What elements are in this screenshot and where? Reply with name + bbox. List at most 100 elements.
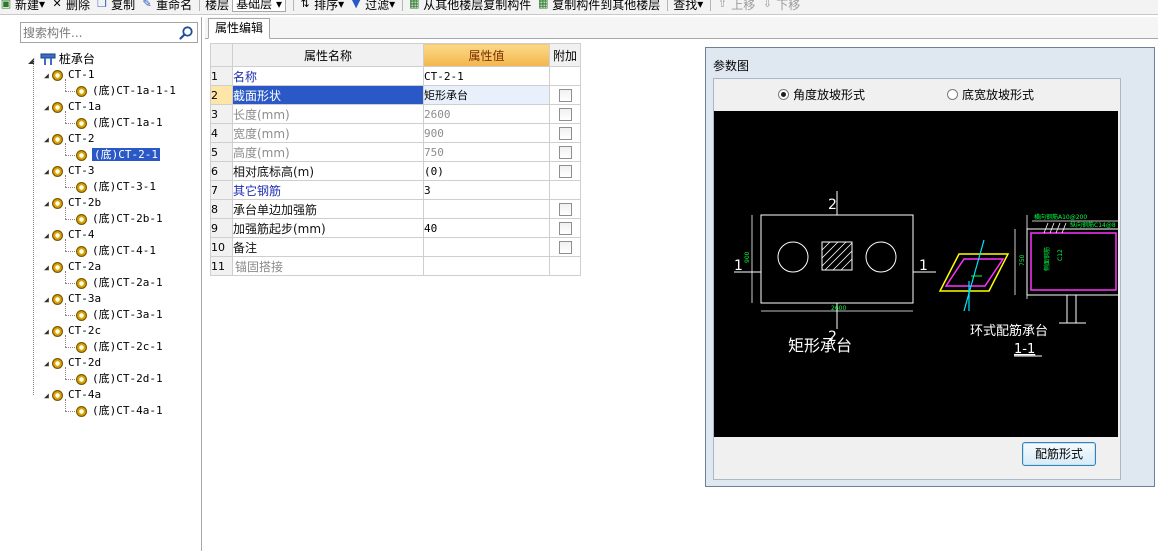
collapse-icon[interactable]: ◢ (44, 196, 52, 212)
extra-checkbox[interactable] (558, 165, 572, 178)
copy-to-floor-button[interactable]: ▦ 复制构件到其他楼层 (537, 0, 660, 13)
tree-child-item[interactable]: (底)CT-2c-1 (76, 339, 163, 355)
property-value-cell[interactable]: 40 (423, 218, 550, 238)
property-value-cell[interactable]: 750 (423, 142, 550, 162)
extra-cell[interactable] (549, 123, 581, 143)
extra-checkbox[interactable] (558, 127, 572, 140)
delete-button[interactable]: ✕ 删除 (51, 0, 90, 13)
property-row[interactable]: 7 其它钢筋 3 (210, 180, 581, 200)
property-name-cell[interactable]: 其它钢筋 (232, 180, 424, 200)
property-name-cell[interactable]: +锚固搭接 (232, 256, 424, 276)
collapse-icon[interactable]: ◢ (28, 53, 36, 69)
collapse-icon[interactable]: ◢ (44, 100, 52, 116)
property-name-cell[interactable]: 长度(mm) (232, 104, 424, 124)
rename-button[interactable]: ✎ 重命名 (141, 0, 192, 13)
property-value-cell[interactable] (423, 199, 550, 219)
extra-checkbox[interactable] (558, 203, 572, 216)
property-name-cell[interactable]: 高度(mm) (232, 142, 424, 162)
find-button[interactable]: 查找 ▾ (673, 0, 703, 13)
collapse-icon[interactable]: ◢ (44, 132, 52, 148)
grid-header-value[interactable]: 属性值 (423, 43, 550, 67)
tree-child-item[interactable]: (底)CT-2a-1 (76, 275, 163, 291)
tree-child-item[interactable]: (底)CT-4a-1 (76, 403, 163, 419)
property-row[interactable]: 2 截面形状 矩形承台 (210, 85, 581, 105)
tree-group-item[interactable]: ◢ CT-2b (44, 195, 101, 211)
property-row[interactable]: 5 高度(mm) 750 (210, 142, 581, 162)
tree-group-item[interactable]: ◢ CT-1a (44, 99, 101, 115)
extra-cell[interactable] (549, 237, 581, 257)
rebar-form-button[interactable]: 配筋形式 (1022, 442, 1096, 466)
floor-select[interactable]: 基础层 ▾ (232, 0, 287, 12)
collapse-icon[interactable]: ◢ (44, 292, 52, 308)
property-row[interactable]: 8 承台单边加强筋 (210, 199, 581, 219)
extra-checkbox[interactable] (558, 146, 572, 159)
property-name-cell[interactable]: 截面形状 (232, 85, 424, 105)
collapse-icon[interactable]: ◢ (44, 164, 52, 180)
property-row[interactable]: 11+锚固搭接 (210, 256, 581, 276)
property-row[interactable]: 9 加强筋起步(mm) 40 (210, 218, 581, 238)
tree-group-item[interactable]: ◢ CT-4a (44, 387, 101, 403)
property-value-cell[interactable]: CT-2-1 (423, 66, 550, 86)
grid-header-name[interactable]: 属性名称 (232, 43, 424, 67)
move-up-button[interactable]: ⇧ 上移 (716, 0, 756, 13)
tree-child-item[interactable]: (底)CT-3-1 (76, 179, 156, 195)
tree-group-item[interactable]: ◢ CT-4 (44, 227, 95, 243)
radio-bottom-width-slope[interactable]: 底宽放坡形式 (947, 86, 1034, 103)
tree-child-item[interactable]: (底)CT-2d-1 (76, 371, 163, 387)
extra-cell[interactable] (549, 142, 581, 162)
extra-cell[interactable] (549, 104, 581, 124)
new-button[interactable]: ▣ 新建 ▾ (0, 0, 45, 13)
property-name-cell[interactable]: 宽度(mm) (232, 123, 424, 143)
tree-child-item[interactable]: (底)CT-1a-1 (76, 115, 163, 131)
collapse-icon[interactable]: ◢ (44, 388, 52, 404)
extra-checkbox[interactable] (558, 89, 572, 102)
extra-cell[interactable] (549, 199, 581, 219)
property-value-cell[interactable]: 2600 (423, 104, 550, 124)
property-value-cell[interactable]: 3 (423, 180, 550, 200)
search-input[interactable] (23, 24, 173, 41)
grid-header-extra[interactable]: 附加 (549, 43, 581, 67)
property-name-cell[interactable]: 承台单边加强筋 (232, 199, 424, 219)
filter-button[interactable]: ▼ 过滤 ▾ (350, 0, 395, 13)
property-value-cell[interactable]: 矩形承台 (423, 85, 550, 105)
tree-group-item[interactable]: ◢ CT-3a (44, 291, 101, 307)
collapse-icon[interactable]: ◢ (44, 260, 52, 276)
property-name-cell[interactable]: 加强筋起步(mm) (232, 218, 424, 238)
property-value-cell[interactable] (423, 256, 550, 276)
property-row[interactable]: 1 名称 CT-2-1 (210, 66, 581, 86)
property-name-cell[interactable]: 相对底标高(m) (232, 161, 424, 181)
tree-child-item[interactable]: (底)CT-4-1 (76, 243, 156, 259)
property-value-cell[interactable]: 900 (423, 123, 550, 143)
property-row[interactable]: 3 长度(mm) 2600 (210, 104, 581, 124)
collapse-icon[interactable]: ◢ (44, 324, 52, 340)
extra-cell[interactable] (549, 218, 581, 238)
tree-child-item[interactable]: (底)CT-1a-1-1 (76, 83, 176, 99)
tree-group-item[interactable]: ◢ CT-2d (44, 355, 101, 371)
tree-root[interactable]: ◢ 桩承台 (28, 51, 95, 67)
tree-child-item[interactable]: (底)CT-3a-1 (76, 307, 163, 323)
property-row[interactable]: 10 备注 (210, 237, 581, 257)
tree-group-item[interactable]: ◢ CT-3 (44, 163, 95, 179)
extra-cell[interactable] (549, 161, 581, 181)
property-name-cell[interactable]: 名称 (232, 66, 424, 86)
floor-selector[interactable]: 楼层 基础层 ▾ (205, 0, 287, 13)
collapse-icon[interactable]: ◢ (44, 228, 52, 244)
tree-group-item[interactable]: ◢ CT-2c (44, 323, 101, 339)
property-name-cell[interactable]: 备注 (232, 237, 424, 257)
move-down-button[interactable]: ⇩ 下移 (761, 0, 801, 13)
property-value-cell[interactable] (423, 237, 550, 257)
tree-group-item[interactable]: ◢ CT-2 (44, 131, 95, 147)
extra-checkbox[interactable] (558, 222, 572, 235)
copy-from-floor-button[interactable]: ▦ 从其他楼层复制构件 (408, 0, 531, 13)
tree-group-item[interactable]: ◢ CT-1 (44, 67, 95, 83)
collapse-icon[interactable]: ◢ (44, 356, 52, 372)
copy-button[interactable]: ❐ 复制 (96, 0, 135, 13)
extra-checkbox[interactable] (558, 108, 572, 121)
search-icon[interactable] (178, 25, 194, 41)
tree-child-item[interactable]: (底)CT-2b-1 (76, 211, 163, 227)
tree-child-item[interactable]: (底)CT-2-1 (76, 147, 160, 163)
property-value-cell[interactable]: (0) (423, 161, 550, 181)
tree-group-item[interactable]: ◢ CT-2a (44, 259, 101, 275)
sort-button[interactable]: ⇅ 排序 ▾ (299, 0, 345, 13)
extra-checkbox[interactable] (558, 241, 572, 254)
